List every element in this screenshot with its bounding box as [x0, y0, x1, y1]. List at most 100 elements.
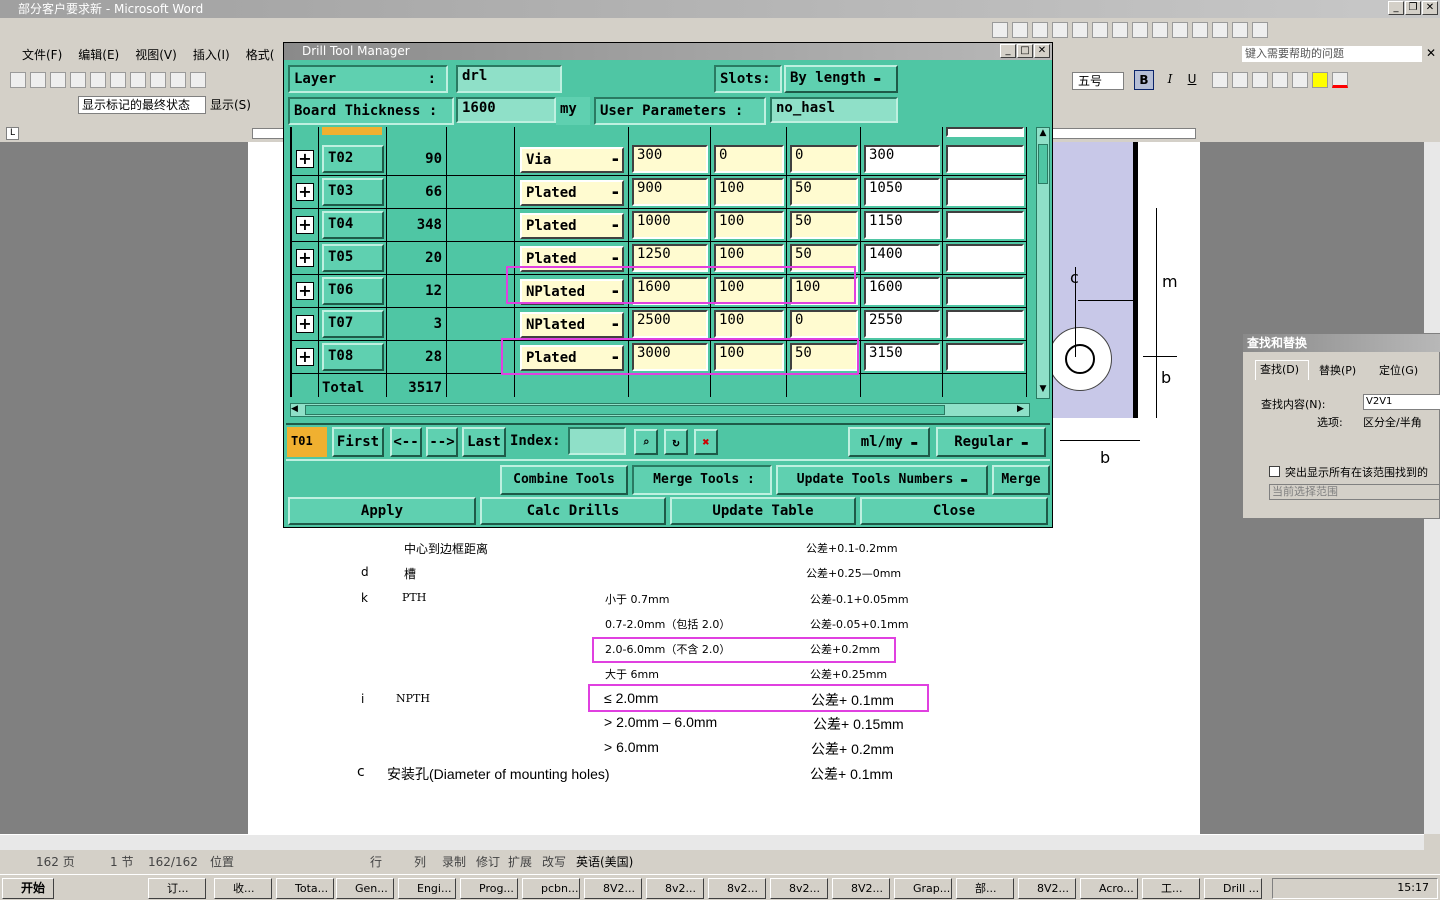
horizontal-scrollbar[interactable] — [0, 834, 1424, 850]
tool-value-4[interactable]: 1600 — [864, 277, 940, 305]
taskbar-item[interactable]: 订... — [148, 878, 206, 899]
close-doc-icon[interactable]: ✕ — [1426, 46, 1438, 62]
taskbar-item[interactable]: 8V2... — [1018, 878, 1076, 899]
start-button[interactable]: 开始 — [2, 878, 54, 899]
taskbar-item[interactable]: Drill ... — [1204, 878, 1262, 899]
menu-insert[interactable]: 插入(I) — [185, 45, 238, 65]
taskbar-item[interactable]: 收... — [214, 878, 272, 899]
range-select[interactable]: 当前选择范围 — [1269, 484, 1440, 500]
tool-value-5[interactable] — [946, 310, 1024, 338]
taskbar-item[interactable]: 工... — [1142, 878, 1200, 899]
pen-icon[interactable] — [992, 22, 1008, 38]
taskbar-item[interactable]: 8v2... — [770, 878, 828, 899]
tool-value-4[interactable]: 1400 — [864, 244, 940, 272]
tool-value-4[interactable]: 1150 — [864, 211, 940, 239]
tool-value-1[interactable]: 2500 — [632, 310, 708, 338]
bold-button[interactable]: B — [1134, 70, 1154, 90]
combo-icon[interactable] — [1152, 22, 1168, 38]
tool-value-2[interactable]: 100 — [714, 211, 784, 239]
textbox-icon[interactable] — [1072, 22, 1088, 38]
hscroll-thumb[interactable] — [305, 405, 945, 415]
dialog-close-button[interactable]: ✕ — [1034, 44, 1050, 58]
delete-icon[interactable]: ✖ — [694, 429, 718, 455]
tool-name[interactable]: T02 — [322, 145, 384, 173]
tool-value-4[interactable]: 300 — [864, 145, 940, 173]
tool-name[interactable]: T07 — [322, 310, 384, 338]
tool-value-4[interactable]: 3150 — [864, 343, 940, 371]
taskbar-item[interactable]: 8v2... — [708, 878, 766, 899]
refresh-icon[interactable]: ↻ — [664, 429, 688, 455]
index-input[interactable] — [568, 427, 626, 455]
char-border-icon[interactable] — [1212, 72, 1228, 88]
tool-icon[interactable] — [1012, 22, 1028, 38]
restore-button[interactable]: ❐ — [1405, 1, 1421, 15]
merge-option-select[interactable]: Update Tools Numbers ▬ — [776, 465, 988, 495]
taskbar-item[interactable]: Gen... — [336, 878, 394, 899]
line-icon[interactable] — [1092, 22, 1108, 38]
expand-row-icon[interactable]: + — [296, 150, 314, 168]
tool-value-3[interactable]: 50 — [790, 211, 858, 239]
tool-value-3[interactable]: 50 — [790, 178, 858, 206]
tool-name[interactable]: T06 — [322, 277, 384, 305]
help-input[interactable]: 键入需要帮助的问题 — [1242, 46, 1422, 62]
expand-row-icon[interactable]: + — [296, 216, 314, 234]
font-size-select[interactable]: 五号 — [1072, 72, 1124, 90]
indent-icon[interactable] — [1292, 72, 1308, 88]
menu-view[interactable]: 视图(V) — [127, 45, 185, 65]
find-input[interactable]: V2V1 — [1363, 394, 1440, 410]
units-select[interactable]: ml/my ▬ — [848, 427, 930, 457]
markup-select[interactable]: 显示标记的最终状态 — [78, 96, 206, 114]
expand-row-icon[interactable]: + — [296, 183, 314, 201]
apply-button[interactable]: Apply — [288, 497, 476, 525]
numbering-icon[interactable] — [1252, 72, 1268, 88]
preview-icon[interactable] — [130, 72, 146, 88]
table-icon[interactable] — [1172, 22, 1188, 38]
status-ext[interactable]: 扩展 — [508, 852, 532, 872]
next-button[interactable]: --> — [426, 427, 458, 457]
scroll-left-icon[interactable]: ◀ — [291, 404, 303, 416]
update-table-button[interactable]: Update Table — [670, 497, 856, 525]
taskbar-item[interactable]: Acro... — [1080, 878, 1138, 899]
tool-value-5[interactable] — [946, 145, 1024, 173]
first-button[interactable]: First — [332, 427, 384, 457]
search-icon[interactable]: ⌕ — [634, 429, 658, 455]
status-rec[interactable]: 录制 — [442, 852, 466, 872]
italic-button[interactable]: I — [1160, 70, 1180, 90]
menu-file[interactable]: 文件(F) — [14, 45, 70, 65]
underline-button[interactable]: U — [1182, 70, 1202, 90]
tool-name[interactable]: T05 — [322, 244, 384, 272]
dialog-minimize-button[interactable]: _ — [1000, 44, 1016, 58]
menu-edit[interactable]: 编辑(E) — [70, 45, 127, 65]
scroll-up-icon[interactable]: ▲ — [1037, 128, 1049, 142]
merge-button[interactable]: Merge — [992, 465, 1050, 495]
last-button[interactable]: Last — [462, 427, 506, 457]
research-icon[interactable] — [190, 72, 206, 88]
mode-select[interactable]: Regular ▬ — [936, 427, 1046, 457]
expand-row-icon[interactable]: + — [296, 348, 314, 366]
taskbar-item[interactable]: 部... — [956, 878, 1014, 899]
prev-button[interactable]: <-- — [390, 427, 422, 457]
tool-value-2[interactable]: 0 — [714, 145, 784, 173]
tool-name[interactable]: T08 — [322, 343, 384, 371]
frame-icon[interactable] — [1192, 22, 1208, 38]
grid-hscroll[interactable]: ◀ ▶ — [290, 403, 1030, 417]
tool-icon[interactable] — [1032, 22, 1048, 38]
tool-value-2[interactable]: 100 — [714, 310, 784, 338]
tool-value-5[interactable] — [946, 178, 1024, 206]
new-icon[interactable] — [10, 72, 26, 88]
taskbar-item[interactable]: Grap... — [894, 878, 952, 899]
expand-row-icon[interactable]: + — [296, 315, 314, 333]
layer-input[interactable]: drl — [456, 65, 562, 93]
user-params-input[interactable]: no_hasl — [770, 97, 898, 123]
spell-icon[interactable] — [170, 72, 186, 88]
tab-find[interactable]: 查找(D) — [1255, 360, 1309, 380]
taskbar-item[interactable]: 8V2... — [832, 878, 890, 899]
tool-type-select[interactable]: Plated ▬ — [520, 180, 624, 206]
tool-value-1[interactable]: 300 — [632, 145, 708, 173]
close-button[interactable]: ✕ — [1422, 1, 1438, 15]
font-icon[interactable] — [1232, 22, 1248, 38]
highlight-icon[interactable] — [1312, 72, 1328, 88]
status-ovr[interactable]: 改写 — [542, 852, 566, 872]
tool-value-1[interactable]: 1000 — [632, 211, 708, 239]
permission-icon[interactable] — [70, 72, 86, 88]
